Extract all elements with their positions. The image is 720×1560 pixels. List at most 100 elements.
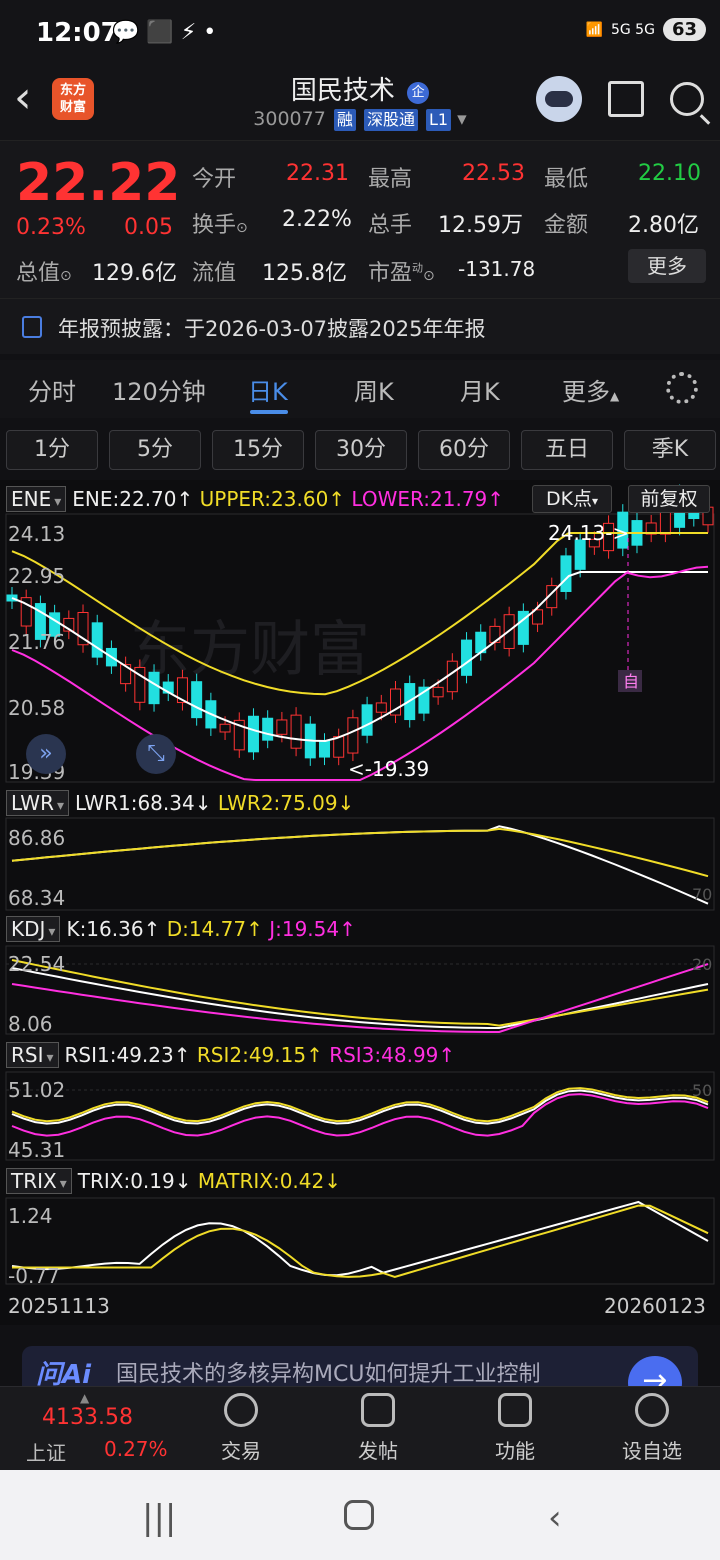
float-label: 流值 xyxy=(192,261,237,286)
report-notice[interactable]: 年报预披露：于2026-03-07披露2025年年报 xyxy=(0,298,720,354)
rsi-selector[interactable]: RSI xyxy=(6,1042,59,1068)
recents-icon[interactable]: ||| xyxy=(142,1498,176,1538)
period-5day[interactable]: 五日 xyxy=(521,430,613,470)
kdj-d-line xyxy=(11,959,709,1027)
kdj-right-axis: 20 xyxy=(692,955,712,974)
info-icon: ⊙ xyxy=(236,220,248,236)
trix-line xyxy=(11,1200,709,1277)
arrow-right-icon[interactable]: → xyxy=(628,1356,682,1390)
price-axis-3: 21.76 xyxy=(8,630,66,654)
back-nav-icon[interactable]: ‹ xyxy=(548,1498,562,1538)
trix-axis-top: 1.24 xyxy=(8,1204,53,1228)
volume-label: 总手 xyxy=(368,213,413,238)
index-value[interactable]: 4133.58 xyxy=(42,1405,133,1430)
document-icon xyxy=(22,316,42,338)
adjust-mode-button[interactable]: 前复权 xyxy=(628,485,710,513)
pe-value: -131.78 xyxy=(458,257,536,281)
tab-monthly-k[interactable]: 月K xyxy=(460,372,500,407)
nav-functions[interactable]: 功能 xyxy=(470,1393,560,1464)
tag-level: L1 xyxy=(426,109,452,131)
amount-label: 金额 xyxy=(544,213,589,238)
candle-body xyxy=(247,715,259,753)
min-price-label: <-19.39 xyxy=(348,757,429,781)
rsi3-line xyxy=(11,1093,709,1137)
nav-post[interactable]: 发帖 xyxy=(333,1393,423,1464)
period-60min[interactable]: 60分 xyxy=(418,430,510,470)
lwr-legend: LWRLWR1:68.34↓ LWR2:75.09↓ xyxy=(6,790,354,816)
trix-selector[interactable]: TRIX xyxy=(6,1168,72,1194)
candle-body xyxy=(148,671,160,705)
change-amount: 0.05 xyxy=(124,215,173,240)
turnover-label[interactable]: 换手⊙ xyxy=(192,207,248,239)
mcap-label[interactable]: 总值⊙ xyxy=(16,255,72,287)
nav-trade[interactable]: 交易 xyxy=(196,1393,286,1464)
share-icon[interactable] xyxy=(608,81,644,117)
kdj-k-value: K:16.36↑ xyxy=(66,917,161,941)
trix-legend: TRIXTRIX:0.19↓ MATRIX:0.42↓ xyxy=(6,1168,341,1194)
tab-120min[interactable]: 120分钟 xyxy=(112,372,206,407)
ai-question-banner[interactable]: 问Ai 国民技术的多核异构MCU如何提升工业控制 → xyxy=(22,1346,698,1390)
ene-value: ENE:22.70↑ xyxy=(72,487,194,511)
turnover-value: 2.22% xyxy=(282,207,352,232)
grid-icon xyxy=(498,1393,532,1427)
rsi2-value: RSI2:49.15↑ xyxy=(196,1043,323,1067)
tab-more[interactable]: 更多▲ xyxy=(562,372,619,407)
rsi-legend: RSIRSI1:49.23↑ RSI2:49.15↑ RSI3:48.99↑ xyxy=(6,1042,455,1068)
tab-intraday[interactable]: 分时 xyxy=(28,372,76,407)
ene-lower-value: LOWER:21.79↑ xyxy=(351,487,505,511)
kdj-j-value: J:19.54↑ xyxy=(269,917,356,941)
yuan-icon xyxy=(224,1393,258,1427)
rsi3-value: RSI3:48.99↑ xyxy=(329,1043,456,1067)
period-30min[interactable]: 30分 xyxy=(315,430,407,470)
stock-header: ‹ 东方 财富 国民技术 企 300077 融 深股通 L1 ▾ xyxy=(0,66,720,140)
robot-assistant-icon[interactable] xyxy=(536,76,582,122)
date-end: 20260123 xyxy=(604,1294,706,1318)
price-axis-4: 20.58 xyxy=(8,696,66,720)
chart-canvas[interactable]: 东方财富 自 24.13-> <-19.39 70 20 50 xyxy=(0,480,720,1325)
tab-daily-k[interactable]: 日K xyxy=(248,372,288,407)
bottom-nav: ▲ 4133.58 上证 0.27% 交易 发帖 功能 设自选 xyxy=(0,1386,720,1470)
chevron-down-icon[interactable]: ▾ xyxy=(457,108,467,130)
ene-selector[interactable]: ENE xyxy=(6,486,67,512)
candle-body xyxy=(276,719,288,735)
rsi-axis-bottom: 45.31 xyxy=(8,1138,66,1162)
pe-label[interactable]: 市盈动⊙ xyxy=(368,255,435,287)
max-price-label: 24.13-> xyxy=(548,521,629,545)
high-label: 最高 xyxy=(368,167,413,192)
dk-point-button[interactable]: DK点▾ xyxy=(532,485,612,513)
low-label: 最低 xyxy=(544,167,589,192)
fullscreen-icon[interactable]: ⤡ xyxy=(136,734,176,774)
wifi-icon: 📶 xyxy=(585,21,603,38)
active-tab-indicator xyxy=(250,410,288,414)
lwr-panel-frame xyxy=(5,817,715,911)
caret-up-icon[interactable]: ▲ xyxy=(80,1391,89,1405)
watermark: 东方财富 xyxy=(130,615,370,685)
expand-icon[interactable]: » xyxy=(26,734,66,774)
open-label: 今开 xyxy=(192,167,237,192)
current-price: 22.22 xyxy=(16,153,181,213)
lwr-axis-top: 86.86 xyxy=(8,826,66,850)
low-value: 22.10 xyxy=(638,161,701,186)
kline-chart[interactable]: 东方财富 自 24.13-> <-19.39 70 20 50 ENE ▾ EN… xyxy=(0,480,720,1325)
lwr-selector[interactable]: LWR xyxy=(6,790,70,816)
candle-body xyxy=(333,736,345,758)
kdj-selector[interactable]: KDJ xyxy=(6,916,61,942)
period-15min[interactable]: 15分 xyxy=(212,430,304,470)
kdj-legend: KDJK:16.36↑ D:14.77↑ J:19.54↑ xyxy=(6,916,356,942)
price-axis-2: 22.95 xyxy=(8,564,66,588)
gear-icon[interactable] xyxy=(666,372,698,404)
notice-text: 年报预披露：于2026-03-07披露2025年年报 xyxy=(58,317,486,341)
tab-weekly-k[interactable]: 周K xyxy=(354,372,394,407)
period-5min[interactable]: 5分 xyxy=(109,430,201,470)
quote-panel: 22.22 0.23% 0.05 今开 22.31 最高 22.53 最低 22… xyxy=(0,140,720,298)
trix-axis-bottom: -0.77 xyxy=(8,1264,60,1288)
search-icon[interactable] xyxy=(670,82,704,116)
period-quarter-k[interactable]: 季K xyxy=(624,430,716,470)
index-name[interactable]: 上证 xyxy=(26,1437,66,1466)
nav-add-watchlist[interactable]: 设自选 xyxy=(607,1393,697,1464)
lwr2-value: LWR2:75.09↓ xyxy=(217,791,355,815)
rsi-axis-top: 51.02 xyxy=(8,1078,66,1102)
period-1min[interactable]: 1分 xyxy=(6,430,98,470)
more-quote-button[interactable]: 更多 xyxy=(628,249,706,283)
home-icon[interactable] xyxy=(344,1500,374,1530)
